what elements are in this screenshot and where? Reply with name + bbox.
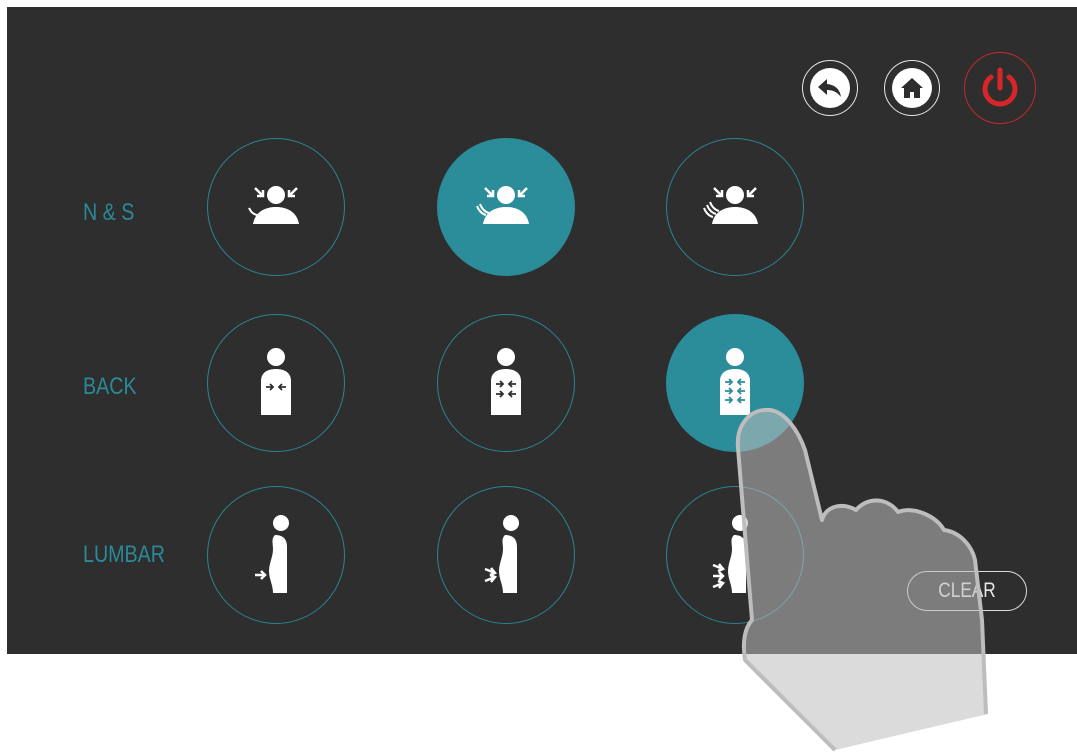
back-level-3-icon (720, 348, 750, 415)
back-option-1[interactable] (207, 314, 345, 452)
back-option-2[interactable] (437, 314, 575, 452)
neck-shoulder-level-3-icon (703, 186, 758, 224)
neck-shoulder-level-1-icon (248, 186, 299, 224)
lumbar-level-2-icon (484, 515, 519, 593)
neck-shoulder-level-2-icon (476, 186, 529, 224)
clear-button-label: CLEAR (938, 579, 996, 602)
ns-option-2[interactable] (437, 138, 575, 276)
back-level-2-icon (491, 348, 521, 415)
lumbar-option-3[interactable] (666, 486, 804, 624)
row-label-back: BACK (83, 373, 137, 400)
home-button[interactable] (884, 60, 940, 116)
row-label-lumbar: LUMBAR (83, 541, 166, 568)
clear-button[interactable]: CLEAR (907, 571, 1027, 611)
massage-control-screen: N & S BACK LUMBAR CLEAR (7, 7, 1077, 654)
row-label-ns: N & S (83, 199, 135, 226)
back-level-1-icon (261, 348, 291, 415)
lumbar-level-1-icon (255, 515, 289, 593)
ns-option-3[interactable] (666, 138, 804, 276)
power-button[interactable] (964, 52, 1036, 124)
lumbar-option-1[interactable] (207, 486, 345, 624)
back-option-3[interactable] (666, 314, 804, 452)
back-button[interactable] (802, 60, 858, 116)
power-icon (982, 67, 1018, 107)
lumbar-level-3-icon (712, 515, 748, 593)
lumbar-option-2[interactable] (437, 486, 575, 624)
home-icon (892, 68, 932, 108)
ns-option-1[interactable] (207, 138, 345, 276)
back-arrow-icon (810, 68, 850, 108)
